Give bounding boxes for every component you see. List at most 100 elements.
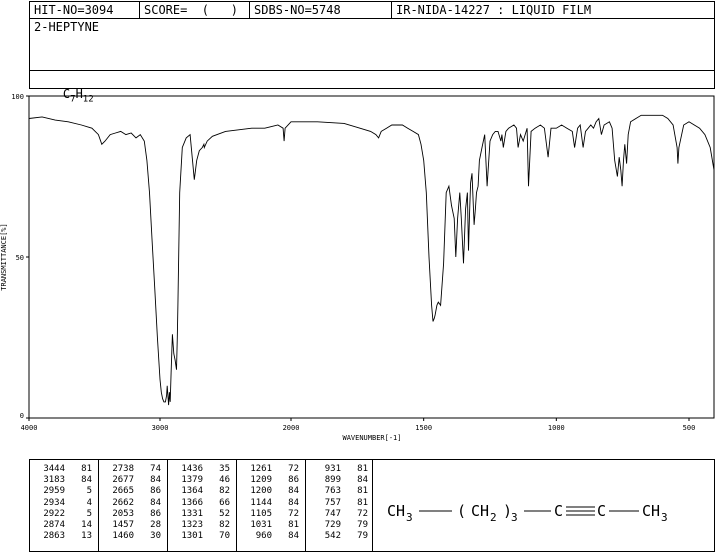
- peak-wavenumber: 1200: [250, 486, 272, 497]
- ch3-left: CH: [387, 502, 405, 520]
- peak-wavenumber: 3183: [43, 475, 65, 486]
- peak-transmittance: 72: [288, 464, 299, 474]
- peak-transmittance: 86: [288, 475, 299, 486]
- peak-row: 931 81: [306, 464, 374, 475]
- peak-row: 1105 72: [237, 509, 305, 520]
- peak-column: 2738 74 2677 84 2665 86 2662 84 2053 86 1457 28 1460…: [99, 460, 168, 551]
- peak-wavenumber: 2934: [43, 497, 65, 508]
- peak-row: 1323 82: [168, 520, 236, 531]
- peak-transmittance: 82: [219, 486, 230, 497]
- peak-wavenumber: 2738: [112, 464, 134, 474]
- peak-wavenumber: 2053: [112, 508, 134, 519]
- structural-formula: CH 3 ( CH 2 ) 3 C C CH 3: [387, 502, 668, 524]
- peak-transmittance: 35: [219, 464, 230, 474]
- peak-wavenumber: 1364: [181, 486, 203, 497]
- peak-row: 1031 81: [237, 520, 305, 531]
- peak-transmittance: 84: [288, 497, 299, 508]
- peak-row: 729 79: [306, 520, 374, 531]
- peak-row: 1301 70: [168, 531, 236, 542]
- peak-wavenumber: 542: [324, 531, 341, 542]
- peak-wavenumber: 1323: [181, 519, 203, 530]
- peak-transmittance: 46: [219, 475, 230, 486]
- peak-transmittance: 84: [288, 531, 299, 542]
- peak-transmittance: 4: [86, 497, 92, 508]
- peak-transmittance: 84: [357, 475, 368, 486]
- peak-wavenumber: 729: [324, 519, 341, 530]
- peak-row: 1457 28: [99, 520, 167, 531]
- peak-transmittance: 79: [357, 531, 368, 542]
- plot-frame: [28, 95, 715, 419]
- x-tick-label: 3000: [152, 424, 169, 432]
- peak-column: 1436 35 1379 46 1364 82 1366 66 1331 52 1323 82 1301…: [168, 460, 237, 551]
- peak-transmittance: 82: [219, 519, 230, 530]
- peak-row: 1331 52: [168, 509, 236, 520]
- peak-transmittance: 28: [150, 519, 161, 530]
- peak-row: 757 81: [306, 498, 374, 509]
- peak-transmittance: 86: [150, 486, 161, 497]
- alkyne-carbon-2: C: [597, 502, 606, 520]
- peak-row: 1364 82: [168, 486, 236, 497]
- peak-row: 2662 84: [99, 498, 167, 509]
- peak-row: 3444 81: [30, 464, 98, 475]
- peak-table: 3444 81 3183 84 2959 5 2934 4 2922 5 2874 14 2863 13 2…: [29, 459, 373, 552]
- peak-wavenumber: 2922: [43, 508, 65, 519]
- peak-row: 2738 74: [99, 464, 167, 475]
- y-axis-label: TRANSMITTANCE[%]: [0, 223, 8, 290]
- peak-wavenumber: 1301: [181, 531, 203, 542]
- peak-row: 2959 5: [30, 486, 98, 497]
- peak-row: 2665 86: [99, 486, 167, 497]
- peak-wavenumber: 931: [324, 464, 341, 474]
- y-tick-label: 50: [16, 254, 24, 262]
- peak-transmittance: 81: [357, 464, 368, 474]
- peak-wavenumber: 1209: [250, 475, 272, 486]
- peak-transmittance: 5: [86, 486, 92, 497]
- peak-row: 542 79: [306, 531, 374, 542]
- peak-wavenumber: 1331: [181, 508, 203, 519]
- peak-row: 763 81: [306, 486, 374, 497]
- ir-spectrum-chart: TRANSMITTANCE[%] WAVENUMBER[-1] 0 50 100 4…: [0, 93, 715, 442]
- peak-transmittance: 79: [357, 519, 368, 530]
- peak-wavenumber: 960: [255, 531, 272, 542]
- peak-wavenumber: 3444: [43, 464, 65, 474]
- peak-row: 899 84: [306, 475, 374, 486]
- peak-transmittance: 81: [357, 497, 368, 508]
- peak-transmittance: 84: [81, 475, 92, 486]
- peak-column: 931 81 899 84 763 81 757 81 747 72 729 79 542 79: [306, 460, 374, 551]
- peak-wavenumber: 2662: [112, 497, 134, 508]
- peak-wavenumber: 747: [324, 508, 341, 519]
- x-tick-label: 1500: [415, 424, 432, 432]
- x-tick-label: 500: [683, 424, 696, 432]
- peak-column: 3444 81 3183 84 2959 5 2934 4 2922 5 2874 14 2863 13: [30, 460, 99, 551]
- ch3-right-sub: 3: [661, 511, 668, 524]
- peak-wavenumber: 1031: [250, 519, 272, 530]
- peak-wavenumber: 2874: [43, 519, 65, 530]
- x-axis-label: WAVENUMBER[-1]: [342, 434, 401, 442]
- peak-row: 960 84: [237, 531, 305, 542]
- peak-row: 1261 72: [237, 464, 305, 475]
- y-tick-label: 100: [11, 93, 24, 101]
- peak-row: 1366 66: [168, 498, 236, 509]
- peak-row: 1379 46: [168, 475, 236, 486]
- peak-wavenumber: 2863: [43, 531, 65, 542]
- alkyne-carbon-1: C: [554, 502, 563, 520]
- group-open: (: [457, 502, 466, 520]
- peak-wavenumber: 1436: [181, 464, 203, 474]
- peak-transmittance: 30: [150, 531, 161, 542]
- peak-row: 2677 84: [99, 475, 167, 486]
- x-ticks: 4000 3000 2000 1500 1000 500: [21, 418, 696, 432]
- peak-wavenumber: 1105: [250, 508, 272, 519]
- y-ticks: 0 50 100: [11, 93, 29, 420]
- ch2-sub: 2: [490, 511, 497, 524]
- y-tick-label: 0: [20, 412, 24, 420]
- peak-wavenumber: 1144: [250, 497, 272, 508]
- ch2-group: CH: [471, 502, 489, 520]
- peak-column: 1261 72 1209 86 1200 84 1144 84 1105 72 1031 81 960 8…: [237, 460, 306, 551]
- x-tick-label: 2000: [283, 424, 300, 432]
- ch3-right: CH: [642, 502, 660, 520]
- peak-transmittance: 13: [81, 531, 92, 542]
- peak-row: 747 72: [306, 509, 374, 520]
- x-tick-label: 1000: [548, 424, 565, 432]
- peak-transmittance: 14: [81, 519, 92, 530]
- peak-transmittance: 84: [150, 497, 161, 508]
- repeat-count: 3: [511, 511, 518, 524]
